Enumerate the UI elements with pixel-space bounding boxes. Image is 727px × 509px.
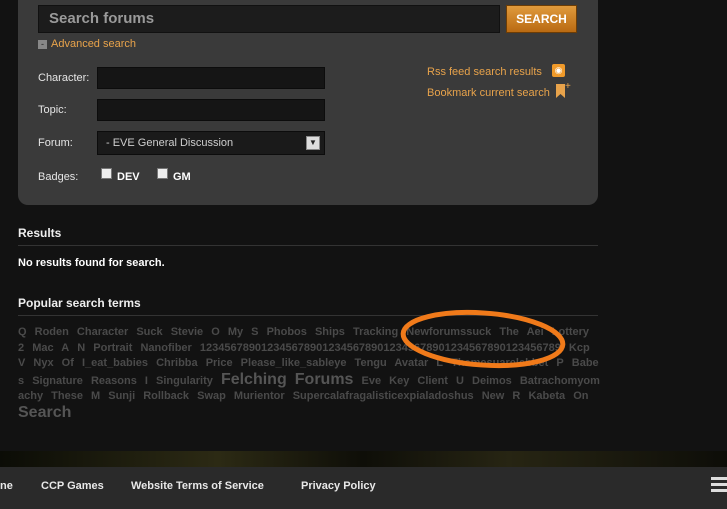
search-term-link[interactable]: O (211, 326, 220, 338)
search-term-link[interactable]: Lottery (552, 326, 589, 338)
character-label: Character: (38, 72, 90, 84)
forum-label: Forum: (38, 137, 73, 149)
badges-label: Badges: (38, 171, 79, 183)
search-input[interactable]: Search forums (38, 5, 500, 33)
search-term-link[interactable]: Portrait (93, 342, 132, 354)
search-term-link[interactable]: Mac (32, 342, 53, 354)
search-term-link[interactable]: 2 (18, 342, 24, 354)
footer: ne CCP Games Website Terms of Service Pr… (0, 467, 727, 509)
footer-link-ccp-games[interactable]: CCP Games (41, 480, 104, 492)
search-term-link[interactable]: Tracking (353, 326, 398, 338)
search-term-link[interactable]: Supercalafragalisticexpialadoshus (293, 390, 474, 402)
search-term-link[interactable]: New (482, 390, 505, 402)
menu-icon[interactable] (711, 477, 727, 495)
search-term-link[interactable]: Ships (315, 326, 345, 338)
search-term-link[interactable]: Chribba (156, 357, 198, 369)
search-term-link[interactable]: M (91, 390, 100, 402)
search-term-link[interactable]: R (512, 390, 520, 402)
search-term-link[interactable]: A (61, 342, 69, 354)
footer-link-terms[interactable]: Website Terms of Service (131, 480, 264, 492)
results-divider (18, 245, 598, 246)
search-term-link[interactable]: Nanofiber (140, 342, 191, 354)
rss-icon[interactable]: ◉ (552, 64, 565, 77)
search-term-link[interactable]: Price (206, 357, 233, 369)
search-term-link[interactable]: Stevie (171, 326, 203, 338)
rss-feed-link[interactable]: Rss feed search results (427, 66, 542, 78)
bookmark-icon[interactable] (556, 84, 565, 98)
advanced-search-label: Advanced search (51, 38, 136, 50)
search-term-link[interactable]: N (77, 342, 85, 354)
search-term-link[interactable]: V (18, 357, 25, 369)
search-term-link[interactable]: Newforumssuck (406, 326, 491, 338)
search-term-link[interactable]: Avatar (394, 357, 428, 369)
results-title: Results (18, 226, 62, 240)
collapse-icon: - (38, 39, 47, 49)
search-term-link[interactable]: On (573, 390, 588, 402)
search-term-link[interactable]: U (456, 375, 464, 387)
search-term-link[interactable]: Nyx (33, 357, 53, 369)
search-term-link[interactable]: Sunji (108, 390, 135, 402)
search-term-link[interactable]: Themesuarelebbet (451, 357, 548, 369)
search-term-link[interactable]: Murientor (234, 390, 285, 402)
search-button[interactable]: SEARCH (506, 5, 577, 33)
dev-checkbox-label: DEV (117, 171, 140, 183)
topic-field[interactable] (97, 99, 325, 121)
popular-title: Popular search terms (18, 296, 141, 310)
gm-checkbox[interactable] (157, 168, 168, 179)
footer-banner-image (0, 451, 727, 467)
search-term-link[interactable]: P (556, 357, 563, 369)
advanced-search-link[interactable]: - Advanced search (38, 38, 136, 50)
footer-link-privacy[interactable]: Privacy Policy (301, 480, 376, 492)
search-term-link[interactable]: L (436, 357, 443, 369)
topic-label: Topic: (38, 104, 67, 116)
search-term-link[interactable]: Eve (362, 375, 382, 387)
search-term-link[interactable]: Rollback (143, 390, 189, 402)
search-term-link[interactable]: I_eat_babies (82, 357, 148, 369)
search-term-link[interactable]: Character (77, 326, 128, 338)
no-results-message: No results found for search. (18, 257, 165, 269)
search-term-link[interactable]: S (251, 326, 258, 338)
search-term-link[interactable]: Phobos (267, 326, 307, 338)
search-term-link[interactable]: Kabeta (528, 390, 565, 402)
search-term-link[interactable]: Search (18, 404, 71, 421)
search-term-link[interactable]: Signature (32, 375, 83, 387)
bookmark-search-link[interactable]: Bookmark current search (427, 87, 550, 99)
search-term-link[interactable]: Aei (527, 326, 544, 338)
search-term-link[interactable]: Forums (295, 371, 354, 388)
search-term-link[interactable]: Tengu (355, 357, 387, 369)
search-term-link[interactable]: Reasons (91, 375, 137, 387)
search-term-link[interactable]: Client (417, 375, 448, 387)
forum-select-value: - EVE General Discussion (106, 137, 234, 149)
search-term-link[interactable]: My (228, 326, 243, 338)
search-term-link[interactable]: The (499, 326, 519, 338)
forum-select[interactable]: - EVE General Discussion ▼ (97, 131, 325, 155)
search-term-link[interactable]: Deimos (472, 375, 512, 387)
dev-checkbox[interactable] (101, 168, 112, 179)
search-term-link[interactable]: Singularity (156, 375, 213, 387)
search-term-link[interactable]: Of (62, 357, 74, 369)
search-term-link[interactable]: Kcp (569, 342, 590, 354)
plus-icon: + (565, 81, 571, 92)
search-term-link[interactable]: Suck (136, 326, 162, 338)
footer-link[interactable]: ne (0, 480, 13, 492)
search-term-link[interactable]: Felching (221, 371, 287, 388)
gm-checkbox-label: GM (173, 171, 191, 183)
search-term-link[interactable]: Key (389, 375, 409, 387)
dropdown-arrow-icon[interactable]: ▼ (306, 136, 320, 150)
popular-divider (18, 315, 598, 316)
character-field[interactable] (97, 67, 325, 89)
search-term-link[interactable]: These (51, 390, 83, 402)
search-term-link[interactable]: I (145, 375, 148, 387)
popular-terms-cloud: Q Roden Character Suck Stevie O My S Pho… (18, 325, 603, 422)
search-term-link[interactable]: Please_like_sableye (241, 357, 347, 369)
search-term-link[interactable]: Q (18, 326, 27, 338)
search-term-link[interactable]: 1234567890123456789012345678901234567890… (200, 342, 561, 354)
search-term-link[interactable]: Swap (197, 390, 226, 402)
search-term-link[interactable]: Roden (35, 326, 69, 338)
